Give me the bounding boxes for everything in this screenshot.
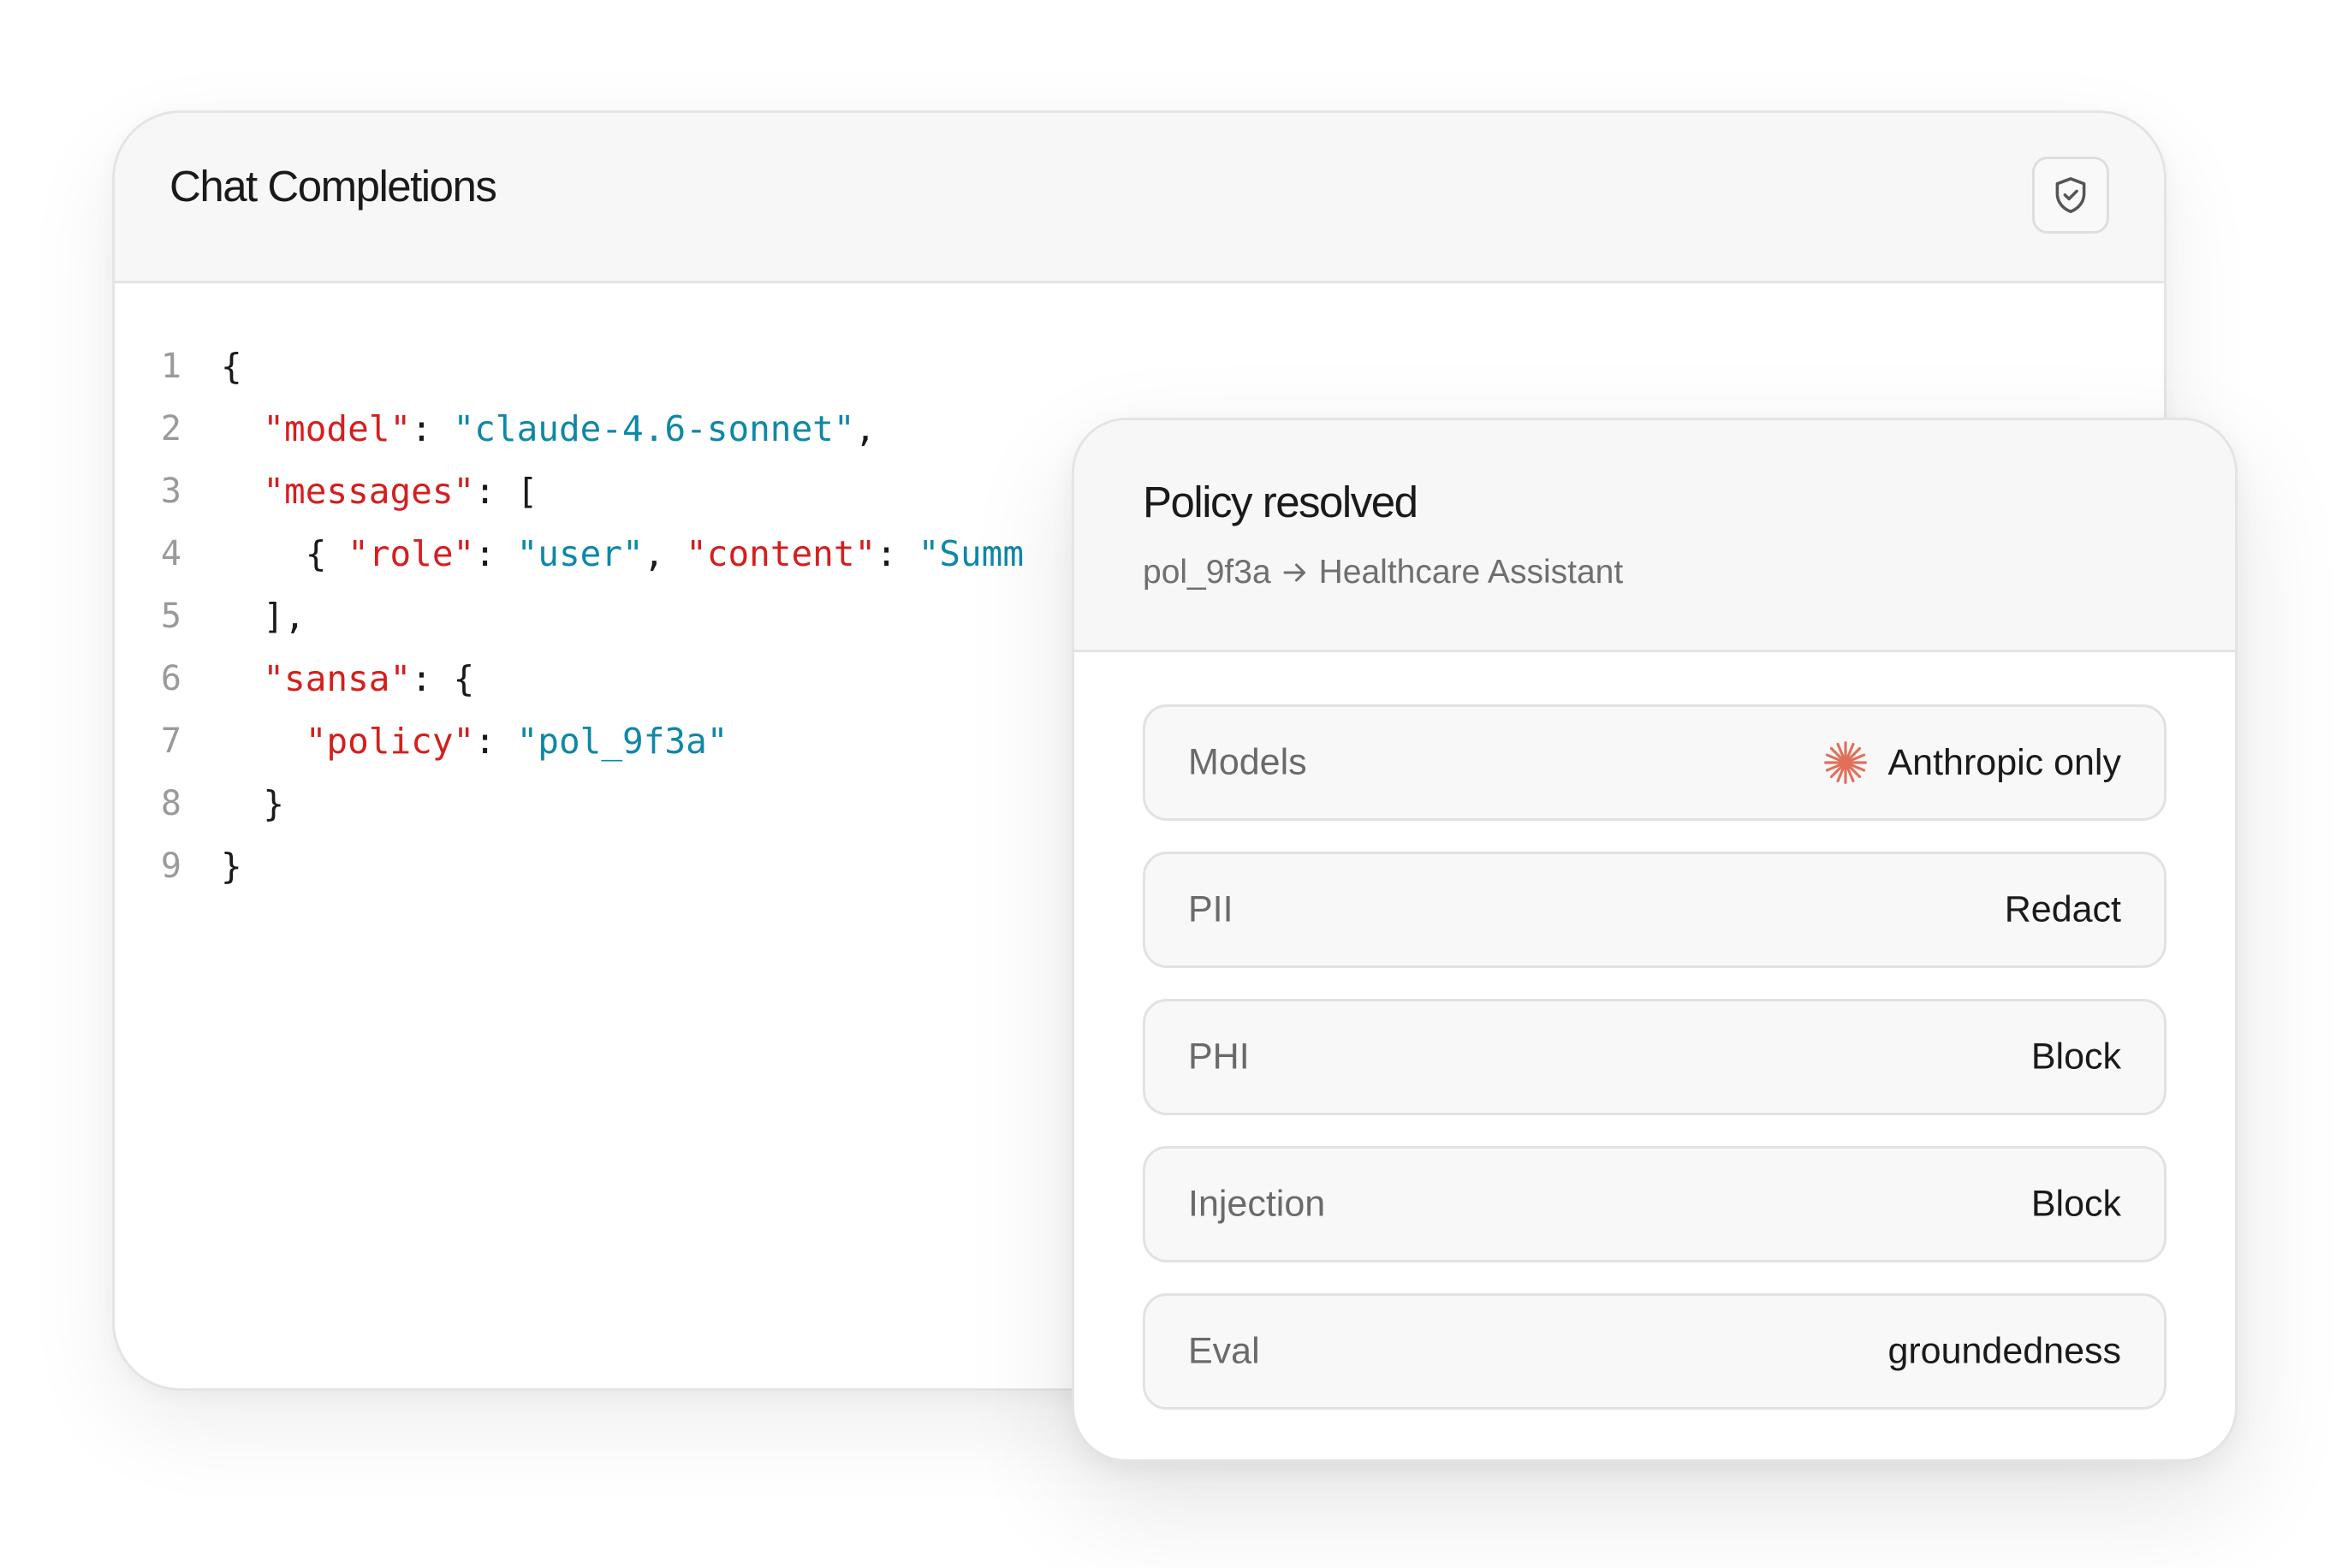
json-key: "messages" [263,471,475,512]
assistant-name: Healthcare Assistant [1318,554,1624,591]
json-punctuation: ], [221,596,306,637]
policy-header: Policy resolved pol_9f3a Healthcare Assi… [1074,420,2235,652]
policy-subtitle: pol_9f3a Healthcare Assistant [1143,555,1623,589]
json-punctuation: { [221,533,348,574]
row-value-text: Anthropic only [1887,741,2122,783]
json-string: "user" [516,533,644,574]
line-code: { [221,336,242,398]
line-number: 1 [160,347,181,386]
policy-row-eval: Eval groundedness [1143,1293,2167,1410]
json-punctuation: : [876,533,918,574]
code-line: 1{ [115,336,2164,398]
json-key: "sansa" [263,658,412,699]
line-number: 4 [160,534,181,573]
anthropic-icon [1823,741,1867,784]
policy-row-pii: PII Redact [1143,852,2167,968]
policy-row-models: Models Anthropic only [1143,704,2167,821]
policy-rules-list: Models Anthropic only PII Redact PHI Blo… [1143,704,2167,1440]
json-punctuation: } [221,846,242,887]
json-string: "pol_9f3a" [516,721,728,762]
policy-resolved-panel: Policy resolved pol_9f3a Healthcare Assi… [1072,418,2238,1462]
row-label: PII [1188,888,1233,930]
line-number: 3 [160,472,181,511]
policy-row-injection: Injection Block [1143,1146,2167,1262]
json-punctuation [221,658,263,699]
line-number: 9 [160,846,181,886]
line-code: } [221,773,284,835]
line-number: 6 [160,659,181,698]
row-label: Eval [1188,1330,1260,1372]
json-punctuation: : { [411,658,475,699]
line-code: } [221,835,242,898]
json-string: "Summ [918,533,1025,574]
shield-button[interactable] [2032,157,2109,234]
row-value: Redact [2004,888,2121,930]
line-number: 2 [160,409,181,448]
json-punctuation: { [221,346,242,387]
json-key: "model" [263,408,412,449]
line-number: 5 [160,597,181,636]
row-label: PHI [1188,1036,1250,1078]
json-punctuation [221,721,306,762]
policy-title: Policy resolved [1143,478,1418,526]
json-key: "role" [348,533,475,574]
row-value: Block [2030,1183,2121,1225]
policy-row-phi: PHI Block [1143,999,2167,1115]
json-key: "policy" [305,721,475,762]
json-punctuation [221,408,263,449]
row-label: Injection [1188,1183,1326,1225]
line-code: "model": "claude-4.6-sonnet", [221,398,876,460]
chat-title: Chat Completions [169,162,497,211]
line-code: "policy": "pol_9f3a" [221,710,728,773]
json-punctuation: , [643,533,687,574]
chat-header: Chat Completions [115,113,2164,283]
json-punctuation: , [854,408,877,449]
json-punctuation [221,471,263,512]
line-number: 7 [160,722,181,761]
row-value: Block [2030,1036,2121,1078]
json-punctuation: : [474,533,517,574]
line-code: ], [221,585,306,648]
json-key: "content" [686,533,877,574]
line-code: "messages": [ [221,460,538,523]
shield-check-icon [2055,177,2086,213]
json-string: "claude-4.6-sonnet" [453,408,855,449]
policy-id: pol_9f3a [1143,554,1271,591]
row-label: Models [1188,741,1307,783]
row-value: Anthropic only [1822,739,2122,787]
line-number: 8 [160,784,181,823]
line-code: "sansa": { [221,648,474,710]
json-punctuation: : [ [474,471,538,512]
line-code: { "role": "user", "content": "Summ [221,523,1024,585]
arrow-right-icon [1283,563,1305,581]
json-punctuation: : [411,408,454,449]
row-value: groundedness [1887,1330,2121,1372]
json-punctuation: } [221,783,285,824]
json-punctuation: : [474,721,517,762]
